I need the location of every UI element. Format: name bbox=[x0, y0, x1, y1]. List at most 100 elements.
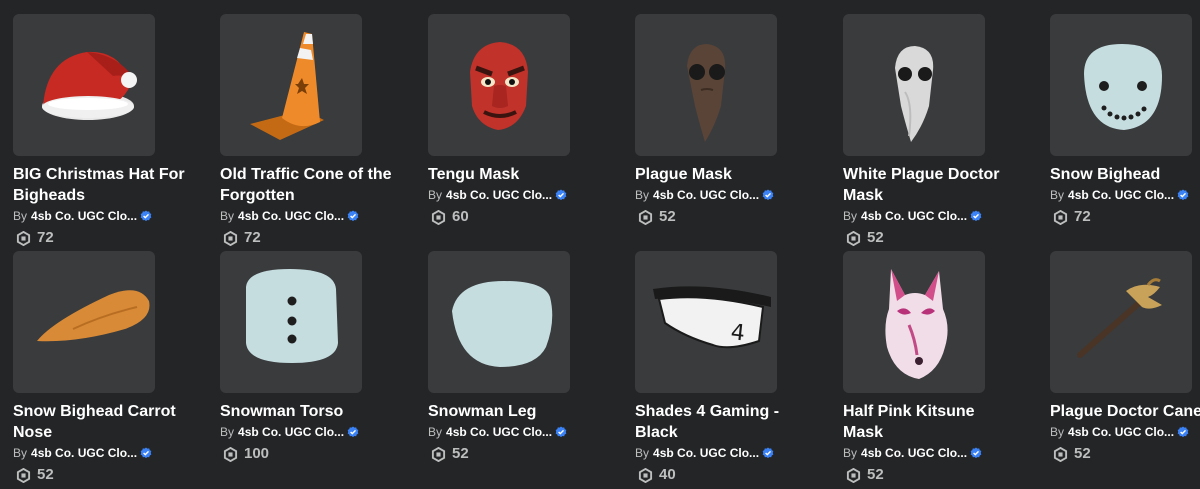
creator-name[interactable]: 4sb Co. UGC Clo... bbox=[861, 445, 967, 461]
item-card[interactable]: Snow Bighead By 4sb Co. UGC Clo... 72 bbox=[1050, 14, 1200, 227]
snow-bighead-icon bbox=[1084, 44, 1162, 130]
by-label: By bbox=[428, 188, 443, 202]
item-card[interactable]: Snowman Leg By 4sb Co. UGC Clo... 52 bbox=[428, 251, 608, 464]
item-creator[interactable]: By 4sb Co. UGC Clo... bbox=[843, 208, 1023, 224]
item-name[interactable]: White Plague Doctor Mask bbox=[843, 164, 1018, 206]
item-thumbnail[interactable] bbox=[220, 14, 362, 156]
by-label: By bbox=[1050, 188, 1065, 202]
item-name[interactable]: BIG Christmas Hat For Bigheads bbox=[13, 164, 188, 206]
verified-badge-icon bbox=[555, 189, 567, 201]
creator-name[interactable]: 4sb Co. UGC Clo... bbox=[31, 445, 137, 461]
verified-badge-icon bbox=[970, 447, 982, 459]
item-card[interactable]: 4 Shades 4 Gaming - Black By 4sb Co. UGC… bbox=[635, 251, 815, 485]
item-thumbnail[interactable] bbox=[428, 251, 570, 393]
catalog-grid: BIG Christmas Hat For Bigheads By 4sb Co… bbox=[0, 0, 1200, 489]
creator-name[interactable]: 4sb Co. UGC Clo... bbox=[446, 424, 552, 440]
item-creator[interactable]: By 4sb Co. UGC Clo... bbox=[1050, 187, 1200, 203]
verified-badge-icon bbox=[140, 447, 152, 459]
item-name[interactable]: Tengu Mask bbox=[428, 164, 603, 185]
verified-badge-icon bbox=[555, 426, 567, 438]
creator-name[interactable]: 4sb Co. UGC Clo... bbox=[861, 208, 967, 224]
item-creator[interactable]: By 4sb Co. UGC Clo... bbox=[13, 445, 193, 461]
creator-name[interactable]: 4sb Co. UGC Clo... bbox=[653, 445, 759, 461]
item-name[interactable]: Plague Mask bbox=[635, 164, 810, 185]
shades-icon: 4 bbox=[653, 286, 771, 349]
item-name[interactable]: Shades 4 Gaming - Black bbox=[635, 401, 810, 443]
item-card[interactable]: Snow Bighead Carrot Nose By 4sb Co. UGC … bbox=[13, 251, 193, 485]
item-creator[interactable]: By 4sb Co. UGC Clo... bbox=[220, 424, 400, 440]
by-label: By bbox=[428, 425, 443, 439]
creator-name[interactable]: 4sb Co. UGC Clo... bbox=[653, 187, 759, 203]
creator-name[interactable]: 4sb Co. UGC Clo... bbox=[238, 424, 344, 440]
item-price: 52 bbox=[635, 207, 815, 227]
item-thumbnail[interactable] bbox=[1050, 251, 1192, 393]
item-thumbnail[interactable]: 4 bbox=[635, 251, 777, 393]
item-creator[interactable]: By 4sb Co. UGC Clo... bbox=[635, 187, 815, 203]
item-name[interactable]: Snowman Torso bbox=[220, 401, 395, 422]
robux-icon bbox=[1053, 446, 1068, 462]
item-thumbnail[interactable] bbox=[843, 14, 985, 156]
item-thumbnail[interactable] bbox=[220, 251, 362, 393]
item-thumbnail[interactable] bbox=[843, 251, 985, 393]
item-card[interactable]: Tengu Mask By 4sb Co. UGC Clo... 60 bbox=[428, 14, 608, 227]
item-name[interactable]: Old Traffic Cone of the Forgotten bbox=[220, 164, 395, 206]
item-price: 60 bbox=[428, 207, 608, 227]
item-creator[interactable]: By 4sb Co. UGC Clo... bbox=[1050, 424, 1200, 440]
item-creator[interactable]: By 4sb Co. UGC Clo... bbox=[13, 208, 193, 224]
item-creator[interactable]: By 4sb Co. UGC Clo... bbox=[428, 424, 608, 440]
item-creator[interactable]: By 4sb Co. UGC Clo... bbox=[428, 187, 608, 203]
plague-mask-icon bbox=[687, 44, 726, 142]
item-card[interactable]: BIG Christmas Hat For Bigheads By 4sb Co… bbox=[13, 14, 193, 248]
snowman-leg-icon bbox=[452, 281, 553, 367]
item-creator[interactable]: By 4sb Co. UGC Clo... bbox=[635, 445, 815, 461]
item-creator[interactable]: By 4sb Co. UGC Clo... bbox=[220, 208, 400, 224]
by-label: By bbox=[220, 209, 235, 223]
item-creator[interactable]: By 4sb Co. UGC Clo... bbox=[843, 445, 1023, 461]
price-value: 60 bbox=[452, 208, 469, 225]
carrot-nose-icon bbox=[37, 290, 150, 342]
by-label: By bbox=[13, 209, 28, 223]
robux-icon bbox=[638, 209, 653, 225]
item-name[interactable]: Snow Bighead bbox=[1050, 164, 1200, 185]
item-thumbnail[interactable] bbox=[13, 251, 155, 393]
item-card[interactable]: Plague Doctor Cane By 4sb Co. UGC Clo...… bbox=[1050, 251, 1200, 464]
item-thumbnail[interactable] bbox=[13, 14, 155, 156]
item-thumbnail[interactable] bbox=[1050, 14, 1192, 156]
creator-name[interactable]: 4sb Co. UGC Clo... bbox=[1068, 187, 1174, 203]
creator-name[interactable]: 4sb Co. UGC Clo... bbox=[238, 208, 344, 224]
by-label: By bbox=[13, 446, 28, 460]
creator-name[interactable]: 4sb Co. UGC Clo... bbox=[31, 208, 137, 224]
item-card[interactable]: White Plague Doctor Mask By 4sb Co. UGC … bbox=[843, 14, 1023, 248]
price-value: 52 bbox=[1074, 445, 1091, 462]
item-price: 40 bbox=[635, 465, 815, 485]
verified-badge-icon bbox=[140, 210, 152, 222]
item-card[interactable]: Half Pink Kitsune Mask By 4sb Co. UGC Cl… bbox=[843, 251, 1023, 485]
robux-icon bbox=[1053, 209, 1068, 225]
item-thumbnail[interactable] bbox=[428, 14, 570, 156]
item-name[interactable]: Snowman Leg bbox=[428, 401, 603, 422]
by-label: By bbox=[220, 425, 235, 439]
santa-hat-icon bbox=[42, 51, 137, 120]
item-price: 52 bbox=[843, 228, 1023, 248]
price-value: 72 bbox=[37, 229, 54, 246]
creator-name[interactable]: 4sb Co. UGC Clo... bbox=[446, 187, 552, 203]
verified-badge-icon bbox=[1177, 426, 1189, 438]
robux-icon bbox=[431, 209, 446, 225]
item-card[interactable]: Snowman Torso By 4sb Co. UGC Clo... 100 bbox=[220, 251, 400, 464]
item-price: 52 bbox=[1050, 444, 1200, 464]
price-value: 100 bbox=[244, 445, 270, 462]
item-name[interactable]: Half Pink Kitsune Mask bbox=[843, 401, 1018, 443]
item-card[interactable]: Plague Mask By 4sb Co. UGC Clo... 52 bbox=[635, 14, 815, 227]
by-label: By bbox=[843, 209, 858, 223]
item-name[interactable]: Snow Bighead Carrot Nose bbox=[13, 401, 188, 443]
verified-badge-icon bbox=[762, 447, 774, 459]
by-label: By bbox=[843, 446, 858, 460]
item-price: 52 bbox=[13, 465, 193, 485]
item-card[interactable]: Old Traffic Cone of the Forgotten By 4sb… bbox=[220, 14, 400, 248]
price-value: 52 bbox=[867, 229, 884, 246]
item-name[interactable]: Plague Doctor Cane bbox=[1050, 401, 1200, 422]
item-thumbnail[interactable] bbox=[635, 14, 777, 156]
item-price: 72 bbox=[220, 228, 400, 248]
creator-name[interactable]: 4sb Co. UGC Clo... bbox=[1068, 424, 1174, 440]
item-price: 52 bbox=[428, 444, 608, 464]
